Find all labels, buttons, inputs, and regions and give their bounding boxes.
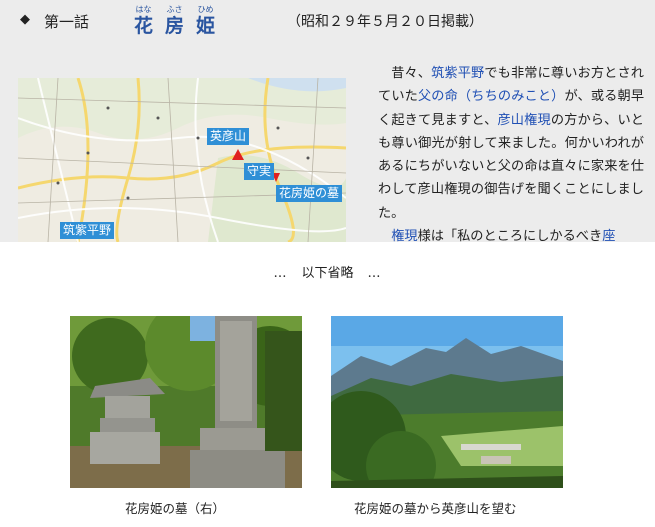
story-paragraph: 権現様は「私のところにしかるべき座 xyxy=(378,225,644,248)
episode-header: ◆ 第一話 はな 花 ふさ 房 ひめ 姫 （昭和２９年５月２０日掲載） xyxy=(0,0,655,40)
mountain-view-image xyxy=(331,316,563,488)
episode-label: 第一話 xyxy=(44,13,90,31)
map-label-hikosan: 英彦山 xyxy=(207,128,250,145)
photo-caption-view: 花房姫の墓から英彦山を望む xyxy=(354,501,517,516)
story-text-segment: 昔々、 xyxy=(391,66,432,81)
story-paragraph: 昔々、筑紫平野でも非常に尊いお方とされていた父の命（ちちのみこと）が、或る朝早く… xyxy=(378,62,644,225)
map-label-tomb: 花房姫の墓 xyxy=(276,185,343,202)
location-map[interactable]: 英彦山 守実 花房姫の墓 筑紫平野 xyxy=(18,78,346,242)
tomb-photo-image xyxy=(70,316,302,488)
publication-date: （昭和２９年５月２０日掲載） xyxy=(287,14,483,30)
photo-tomb[interactable] xyxy=(70,316,302,488)
story-text-segment: 様は「私のところにしかるべき xyxy=(417,229,603,245)
title-char: ひめ 姫 xyxy=(196,5,216,37)
highlighted-term: 父の命（ちちのみこと） xyxy=(417,89,565,105)
story-text-segment: の方から、いとも尊い御光が射して来ました。何かいわれがあるにちがいないと父の命は… xyxy=(378,112,644,221)
highlighted-term: 筑紫平野 xyxy=(431,66,485,81)
title-char: はな 花 xyxy=(134,5,154,37)
omitted-notice: … 以下省略… xyxy=(273,266,382,281)
photo-caption-tomb: 花房姫の墓（右） xyxy=(125,501,226,516)
map-label-chikushi: 筑紫平野 xyxy=(60,222,115,239)
highlighted-term: 権現 xyxy=(391,229,418,245)
photo-view[interactable] xyxy=(331,316,563,488)
map-label-moriza: 守実 xyxy=(244,163,275,180)
map-graphic xyxy=(18,78,346,242)
highlighted-term: 座 xyxy=(602,229,616,245)
title-char: ふさ 房 xyxy=(165,5,185,37)
highlighted-term: 彦山権現 xyxy=(497,112,551,128)
story-title: はな 花 ふさ 房 ひめ 姫 xyxy=(134,5,215,37)
story-text: 昔々、筑紫平野でも非常に尊いお方とされていた父の命（ちちのみこと）が、或る朝早く… xyxy=(378,62,644,248)
diamond-bullet-icon: ◆ xyxy=(20,12,30,27)
